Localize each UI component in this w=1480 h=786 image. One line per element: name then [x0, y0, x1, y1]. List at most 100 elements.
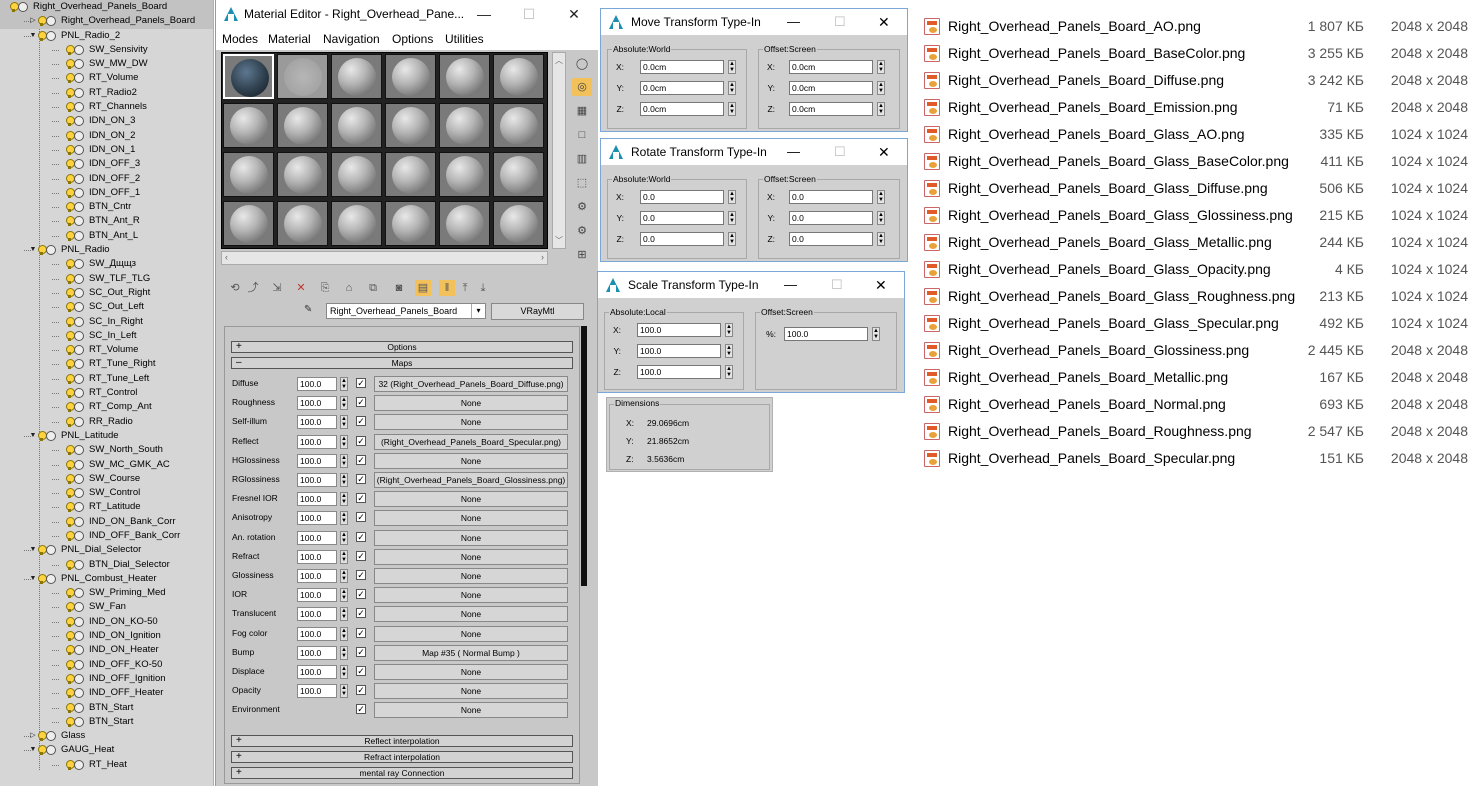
- tree-row[interactable]: RT_Tune_Right: [0, 357, 213, 371]
- offset-y-field[interactable]: 0.0cm: [789, 81, 873, 95]
- tree-row[interactable]: ▷ Glass: [0, 729, 213, 743]
- material-sample-slot[interactable]: [331, 54, 382, 99]
- freeze-toggle-icon[interactable]: [74, 673, 84, 684]
- tree-row[interactable]: SW_MC_GMK_AC: [0, 458, 213, 472]
- visibility-bulb-icon[interactable]: [66, 459, 75, 470]
- tree-row[interactable]: SW_North_South: [0, 443, 213, 457]
- freeze-toggle-icon[interactable]: [74, 416, 84, 427]
- material-sample-slot[interactable]: [277, 54, 328, 99]
- visibility-bulb-icon[interactable]: [66, 130, 75, 141]
- tree-row[interactable]: SW_Дщщз: [0, 257, 213, 271]
- amount-spinner[interactable]: ▲ ▼: [340, 473, 348, 487]
- visibility-bulb-icon[interactable]: [66, 688, 75, 699]
- rollout-header[interactable]: + Options: [231, 341, 573, 353]
- map-enable-checkbox[interactable]: ✓: [356, 704, 366, 715]
- freeze-toggle-icon[interactable]: [74, 459, 84, 470]
- make-unique-icon[interactable]: ⌂: [341, 280, 357, 296]
- visibility-bulb-icon[interactable]: [66, 530, 75, 541]
- expand-arrow-icon[interactable]: ▼: [28, 543, 38, 557]
- maximize-button[interactable]: ☐: [831, 272, 843, 298]
- rollout-header[interactable]: + Reflect interpolation: [231, 735, 573, 747]
- map-enable-checkbox[interactable]: ✓: [356, 685, 366, 696]
- map-enable-checkbox[interactable]: ✓: [356, 608, 366, 619]
- visibility-bulb-icon[interactable]: [38, 545, 47, 556]
- make-preview-icon[interactable]: ⬚: [572, 174, 592, 192]
- amount-spinner[interactable]: ▲ ▼: [340, 607, 348, 622]
- tree-row[interactable]: RT_Volume: [0, 343, 213, 357]
- amount-spinner[interactable]: ▲ ▼: [340, 626, 348, 641]
- freeze-toggle-icon[interactable]: [74, 588, 84, 599]
- material-id-channel-icon[interactable]: ◙: [391, 280, 407, 296]
- map-enable-checkbox[interactable]: ✓: [356, 550, 366, 561]
- minimize-button[interactable]: —: [787, 9, 800, 35]
- put-to-library-icon[interactable]: ⧉: [365, 280, 381, 296]
- map-enable-checkbox[interactable]: ✓: [356, 627, 366, 638]
- slots-horizontal-scrollbar[interactable]: ‹ ›: [221, 251, 548, 265]
- visibility-bulb-icon[interactable]: [66, 259, 75, 270]
- spinner[interactable]: ▲ ▼: [728, 102, 736, 116]
- visibility-bulb-icon[interactable]: [66, 159, 75, 170]
- map-amount-field[interactable]: 100.0: [297, 665, 337, 679]
- tree-row[interactable]: ▼ PNL_Combust_Heater: [0, 572, 213, 586]
- map-amount-field[interactable]: 100.0: [297, 530, 337, 545]
- amount-spinner[interactable]: ▲ ▼: [340, 415, 348, 430]
- tree-row[interactable]: ▼ GAUG_Heat: [0, 743, 213, 757]
- visibility-bulb-icon[interactable]: [66, 216, 75, 227]
- freeze-toggle-icon[interactable]: [74, 73, 84, 84]
- rollout-toggle[interactable]: +: [236, 768, 242, 778]
- map-amount-field[interactable]: 100.0: [297, 549, 337, 564]
- tree-row[interactable]: IND_OFF_KO-50: [0, 658, 213, 672]
- visibility-bulb-icon[interactable]: [38, 731, 47, 742]
- material-sample-slot[interactable]: [223, 152, 274, 197]
- amount-spinner[interactable]: ▲ ▼: [340, 684, 348, 699]
- map-slot-button[interactable]: (Right_Overhead_Panels_Board_Specular.pn…: [374, 433, 568, 450]
- tree-row[interactable]: IND_ON_Ignition: [0, 629, 213, 643]
- freeze-toggle-icon[interactable]: [74, 502, 84, 513]
- visibility-bulb-icon[interactable]: [66, 559, 75, 570]
- visibility-bulb-icon[interactable]: [10, 2, 19, 12]
- visibility-bulb-icon[interactable]: [66, 273, 75, 284]
- freeze-toggle-icon[interactable]: [74, 187, 84, 198]
- absolute-x-field[interactable]: 100.0: [637, 323, 721, 337]
- amount-spinner[interactable]: ▲ ▼: [340, 645, 348, 660]
- rollout-header[interactable]: – Maps: [231, 357, 573, 369]
- freeze-toggle-icon[interactable]: [74, 488, 84, 499]
- spinner[interactable]: ▲ ▼: [728, 81, 736, 95]
- visibility-bulb-icon[interactable]: [66, 230, 75, 241]
- tree-row[interactable]: RT_Volume: [0, 71, 213, 85]
- visibility-bulb-icon[interactable]: [66, 73, 75, 84]
- copy-material-icon[interactable]: ⎘: [317, 280, 333, 296]
- amount-spinner[interactable]: ▲ ▼: [340, 396, 348, 411]
- freeze-toggle-icon[interactable]: [18, 2, 28, 12]
- material-sample-slot[interactable]: [331, 201, 382, 246]
- spinner[interactable]: ▲ ▼: [877, 102, 885, 116]
- maximize-button[interactable]: ☐: [834, 9, 846, 35]
- file-row[interactable]: Right_Overhead_Panels_Board_BaseColor.pn…: [920, 40, 1468, 67]
- visibility-bulb-icon[interactable]: [66, 302, 75, 313]
- map-amount-field[interactable]: 100.0: [297, 415, 337, 430]
- map-slot-button[interactable]: None: [374, 510, 568, 527]
- visibility-bulb-icon[interactable]: [38, 245, 47, 256]
- tree-row[interactable]: SW_MW_DW: [0, 57, 213, 71]
- freeze-toggle-icon[interactable]: [74, 402, 84, 413]
- material-sample-slot[interactable]: [439, 201, 490, 246]
- visibility-bulb-icon[interactable]: [66, 702, 75, 713]
- tree-row[interactable]: IDN_ON_1: [0, 143, 213, 157]
- pick-material-eyedropper-icon[interactable]: ✎: [304, 304, 316, 316]
- visibility-bulb-icon[interactable]: [66, 287, 75, 298]
- file-row[interactable]: Right_Overhead_Panels_Board_Glass_Metall…: [920, 229, 1468, 256]
- visibility-bulb-icon[interactable]: [66, 588, 75, 599]
- file-row[interactable]: Right_Overhead_Panels_Board_Glass_Roughn…: [920, 283, 1468, 310]
- expand-arrow-icon[interactable]: ▼: [28, 429, 38, 443]
- map-slot-button[interactable]: (Right_Overhead_Panels_Board_Glossiness.…: [374, 472, 568, 488]
- freeze-toggle-icon[interactable]: [74, 530, 84, 541]
- rotate-dialog-titlebar[interactable]: Rotate Transform Type-In — ☐ ✕: [601, 139, 907, 165]
- move-dialog-titlebar[interactable]: Move Transform Type-In — ☐ ✕: [601, 9, 907, 35]
- tree-row[interactable]: SW_Priming_Med: [0, 586, 213, 600]
- menu-modes[interactable]: Modes: [222, 28, 258, 50]
- visibility-bulb-icon[interactable]: [66, 116, 75, 127]
- map-enable-checkbox[interactable]: ✓: [356, 589, 366, 600]
- visibility-bulb-icon[interactable]: [66, 645, 75, 656]
- freeze-toggle-icon[interactable]: [74, 159, 84, 170]
- freeze-toggle-icon[interactable]: [46, 430, 56, 441]
